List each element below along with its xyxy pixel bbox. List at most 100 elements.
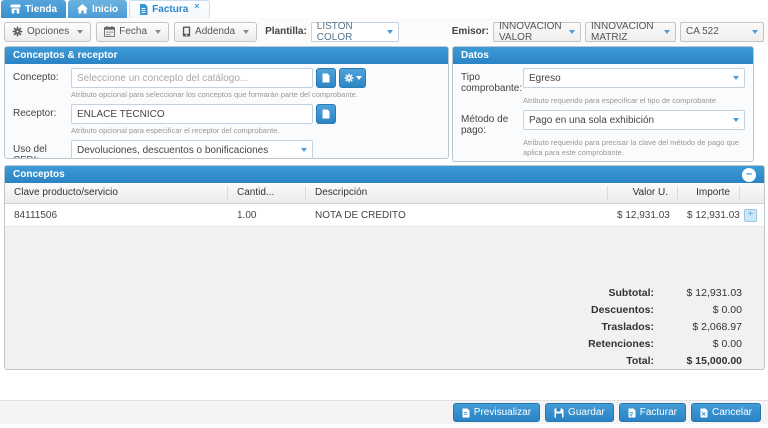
total-value: $ 0.00 — [712, 303, 742, 316]
panel-conceptos: Conceptos – Clave producto/servicio Cant… — [4, 165, 765, 370]
facturar-label: Facturar — [639, 407, 677, 418]
uso-cfdi-label: Uso del CFDI: — [13, 144, 47, 158]
preview-icon — [462, 408, 470, 418]
column-importe[interactable]: Importe — [678, 186, 740, 200]
tab-factura[interactable]: Factura × — [129, 0, 210, 18]
collapse-button[interactable]: – — [742, 167, 756, 182]
opciones-button[interactable]: Opciones — [4, 21, 92, 42]
uso-cfdi-select[interactable]: Devoluciones, descuentos o bonificacione… — [71, 140, 313, 158]
fecha-button[interactable]: Fecha — [96, 21, 170, 42]
panel-conceptos-receptor: Conceptos & receptor Concepto: Atributo … — [4, 46, 449, 159]
total-value: $ 12,931.03 — [686, 286, 742, 299]
metodo-pago-field: Método de pago: Pago en una sola exhibic… — [461, 110, 745, 136]
panel-datos: Datos Tipo comprobante: Egreso Atributo … — [452, 46, 754, 162]
footer-bar: Previsualizar Guardar Facturar Cancelar — [0, 400, 768, 424]
tab-label: Factura — [152, 4, 189, 15]
concepto-help: Atributo opcional para seleccionar los c… — [71, 90, 358, 99]
column-clave[interactable]: Clave producto/servicio — [5, 186, 228, 200]
tipo-comprobante-label: Tipo comprobante: — [461, 72, 523, 94]
total-row: Retenciones: $ 0.00 — [514, 335, 742, 352]
total-label: Traslados: — [601, 320, 654, 333]
row-action-button[interactable]: + — [744, 208, 757, 222]
concepto-input[interactable] — [71, 68, 313, 88]
chevron-down-icon — [752, 29, 758, 34]
previsualizar-label: Previsualizar — [473, 407, 532, 418]
minus-circle-icon: – — [745, 168, 753, 180]
cell-actions: + — [740, 208, 764, 222]
invoice-icon — [628, 408, 636, 418]
tab-label: Tienda — [25, 3, 58, 15]
sucursal-value: INNOVACION MATRIZ — [591, 20, 654, 43]
emisor-label: Emisor: — [451, 26, 489, 37]
total-value: $ 0.00 — [712, 337, 742, 350]
total-row: Total: $ 15,000.00 — [514, 352, 742, 369]
column-valor-unitario[interactable]: Valor U. — [608, 186, 678, 200]
facturar-button[interactable]: Facturar — [618, 403, 686, 422]
cell-valor-unitario: $ 12,931.03 — [617, 209, 670, 221]
opciones-label: Opciones — [27, 26, 70, 37]
chevron-down-icon — [569, 29, 575, 34]
emisor-select-empresa[interactable]: INNOVACION VALOR — [493, 20, 581, 43]
plantilla-value: LISTON COLOR — [316, 20, 353, 43]
metodo-pago-help: Atributo requerido para precisar la clav… — [523, 138, 739, 158]
metodo-pago-select[interactable]: Pago en una sola exhibición — [523, 110, 745, 131]
chevron-down-icon — [355, 76, 362, 80]
addenda-button[interactable]: Addenda — [174, 21, 258, 42]
column-cantidad[interactable]: Cantid... — [228, 186, 306, 200]
chevron-down-icon — [664, 29, 670, 34]
chevron-down-icon — [301, 148, 307, 153]
addenda-icon — [182, 26, 191, 37]
cancel-icon — [700, 408, 708, 418]
close-icon[interactable]: × — [194, 1, 199, 11]
emisor-select-sucursal[interactable]: INNOVACION MATRIZ — [585, 20, 676, 43]
cell-cantidad: 1.00 — [237, 209, 257, 221]
column-descripcion[interactable]: Descripción — [306, 186, 608, 200]
panel-header: Conceptos & receptor — [5, 47, 448, 64]
plantilla-select[interactable]: LISTON COLOR — [310, 20, 399, 43]
emisor-value: INNOVACION VALOR — [499, 20, 562, 43]
concepto-field: Concepto: — [13, 68, 440, 88]
total-row: Traslados: $ 2,068.97 — [514, 318, 742, 335]
concepto-catalog-button[interactable] — [316, 68, 336, 88]
total-row: Subtotal: $ 12,931.03 — [514, 284, 743, 301]
receptor-input[interactable] — [71, 104, 313, 125]
serie-value: CA 522 — [686, 26, 719, 37]
catalog-icon — [322, 109, 330, 119]
store-icon — [10, 4, 21, 14]
guardar-button[interactable]: Guardar — [545, 403, 614, 422]
receptor-catalog-button[interactable] — [316, 104, 336, 125]
tab-inicio[interactable]: Inicio — [68, 0, 128, 18]
tipo-comprobante-value: Egreso — [529, 72, 561, 84]
column-actions — [740, 186, 764, 200]
tab-bar: Tienda Inicio Factura × — [0, 0, 768, 18]
panel-title: Conceptos & receptor — [13, 50, 118, 61]
emisor-group: Emisor: INNOVACION VALOR INNOVACION MATR… — [449, 20, 764, 43]
table-row[interactable]: 84111506 1.00 NOTA DE CREDITO $ 12,931.0… — [5, 204, 764, 227]
total-label: Retenciones: — [588, 337, 654, 350]
catalog-icon — [322, 73, 330, 83]
cell-importe: $ 12,931.03 — [687, 209, 740, 221]
panel-header: Datos — [453, 47, 753, 64]
totals-block: Subtotal: $ 12,931.03 Descuentos: $ 0.00… — [514, 284, 742, 369]
addenda-label: Addenda — [195, 26, 236, 37]
previsualizar-button[interactable]: Previsualizar — [452, 403, 541, 422]
concepto-gear-button[interactable] — [339, 68, 366, 88]
toolbar: Opciones Fecha Addenda Plantilla: LISTON… — [0, 18, 768, 45]
uso-cfdi-value: Devoluciones, descuentos o bonificacione… — [77, 144, 269, 156]
total-label: Subtotal: — [608, 286, 655, 299]
cell-clave: 84111506 — [14, 209, 58, 221]
calendar-icon — [104, 26, 116, 37]
tipo-comprobante-help: Atributo requerido para especificar el t… — [523, 96, 717, 105]
tipo-comprobante-select[interactable]: Egreso — [523, 68, 745, 88]
receptor-field: Receptor: — [13, 104, 440, 125]
chevron-down-icon — [155, 29, 162, 34]
total-value: $ 2,068.97 — [692, 320, 742, 333]
plus-icon: + — [747, 209, 754, 220]
cancelar-button[interactable]: Cancelar — [690, 403, 761, 422]
total-value: $ 15,000.00 — [686, 354, 742, 367]
emisor-select-serie[interactable]: CA 522 — [680, 21, 764, 42]
save-icon — [554, 408, 564, 418]
receptor-help: Atributo opcional para especificar el re… — [71, 126, 280, 136]
tab-tienda[interactable]: Tienda — [1, 0, 67, 18]
document-icon — [139, 4, 148, 15]
